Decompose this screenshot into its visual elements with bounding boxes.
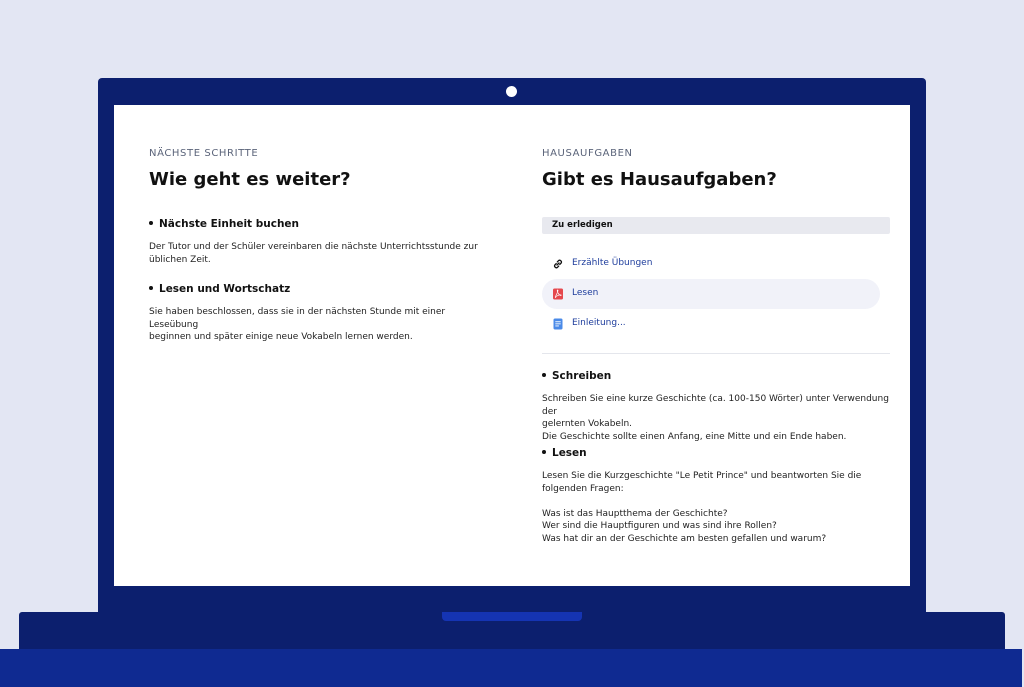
bullet-heading: Schreiben: [542, 370, 611, 382]
document-icon: [553, 318, 563, 330]
bullet-text: Lesen Sie die Kurzgeschichte "Le Petit P…: [542, 471, 862, 544]
link-icon: [553, 259, 563, 269]
bullet-dot: [542, 373, 546, 377]
bullet-heading: Lesen: [542, 447, 587, 459]
bullet-heading: Nächste Einheit buchen: [149, 218, 299, 230]
bullet-text: Schreiben Sie eine kurze Geschichte (ca.…: [542, 394, 889, 442]
resource-link-introduction[interactable]: Einleitung...: [542, 309, 880, 339]
bullet-text: Der Tutor und der Schüler vereinbaren di…: [149, 242, 478, 265]
section-eyebrow: HAUSAUFGABEN: [542, 148, 633, 159]
bullet-dot: [149, 286, 153, 290]
todo-header: Zu erledigen: [542, 217, 890, 234]
bullet-dot: [542, 450, 546, 454]
floor-band: [0, 649, 1022, 687]
resource-link-narrated-exercises[interactable]: Erzählte Übungen: [542, 249, 880, 279]
resource-link-reading-pdf[interactable]: Lesen: [542, 279, 880, 309]
divider: [542, 353, 890, 354]
bullet-heading: Lesen und Wortschatz: [149, 283, 290, 295]
section-title: Wie geht es weiter?: [149, 169, 351, 190]
pdf-icon: [553, 288, 563, 300]
camera-dot: [506, 86, 517, 97]
section-title: Gibt es Hausaufgaben?: [542, 169, 777, 190]
bullet-dot: [149, 221, 153, 225]
bullet-text: Sie haben beschlossen, dass sie in der n…: [149, 307, 446, 343]
section-eyebrow: NÄCHSTE SCHRITTE: [149, 148, 259, 159]
laptop-notch: [442, 612, 582, 621]
laptop-screen: NÄCHSTE SCHRITTE Wie geht es weiter? Näc…: [114, 105, 910, 586]
